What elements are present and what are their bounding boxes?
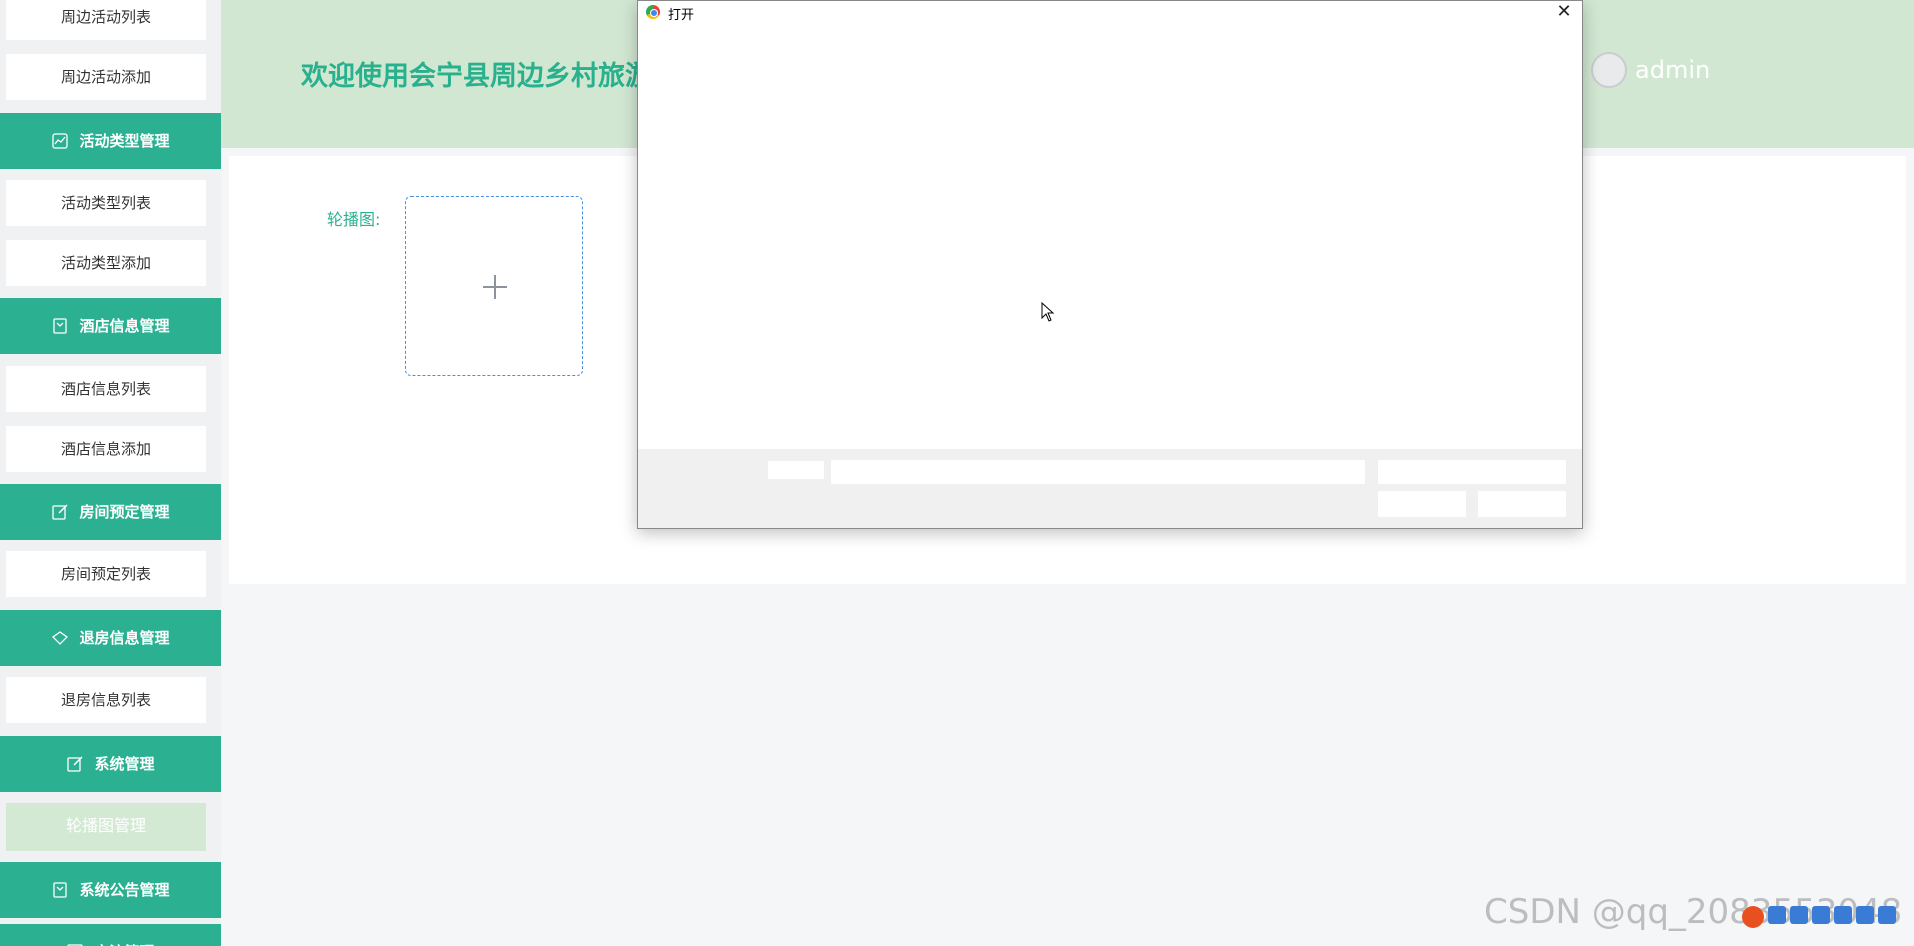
sidebar-item-label: 周边活动添加	[60, 68, 151, 86]
sogou-icon[interactable]	[1742, 906, 1764, 928]
sidebar-item-carousel-management[interactable]: 轮播图管理	[6, 803, 206, 851]
sidebar-item-label: 活动类型列表	[60, 194, 151, 212]
sidebar-item-label: 退房信息列表	[60, 691, 151, 709]
sidebar-group-hotel[interactable]: 酒店信息管理	[0, 298, 221, 354]
sidebar-group-activity-type[interactable]: 活动类型管理	[0, 113, 221, 169]
sidebar-item-activity-type-add[interactable]: 活动类型添加	[6, 240, 206, 286]
dialog-title: 打开	[668, 8, 695, 23]
sidebar-group-label: 房间预定管理	[79, 503, 170, 521]
system-tray	[1742, 906, 1896, 928]
tray-icon[interactable]	[1856, 906, 1874, 924]
filetype-select[interactable]	[1378, 460, 1566, 484]
sidebar-item-hotel-list[interactable]: 酒店信息列表	[6, 366, 206, 412]
sidebar-group-label: 交流管理	[94, 924, 154, 946]
image-upload-button[interactable]	[405, 196, 583, 376]
bookmark-icon	[53, 318, 68, 334]
filename-label	[768, 461, 824, 479]
sidebar-group-label: 活动类型管理	[79, 132, 170, 150]
mouse-cursor-icon	[1041, 302, 1055, 322]
chart-line-icon	[52, 133, 69, 149]
sidebar: 周边活动列表 周边活动添加 活动类型管理 活动类型列表 活动类型添加 酒店信息管…	[0, 0, 221, 946]
sidebar-item-label: 活动类型添加	[60, 254, 151, 272]
sidebar-group-label: 退房信息管理	[79, 629, 170, 647]
sidebar-item-room-booking-list[interactable]: 房间预定列表	[6, 551, 206, 597]
sidebar-group-label: 系统管理	[94, 755, 155, 773]
edit-icon	[52, 504, 69, 520]
avatar[interactable]	[1591, 52, 1627, 88]
tray-icon[interactable]	[1768, 906, 1786, 924]
bookmark-icon	[53, 882, 68, 898]
filename-input[interactable]	[831, 460, 1365, 484]
dialog-footer	[638, 449, 1582, 528]
sidebar-item-activity-type-list[interactable]: 活动类型列表	[6, 180, 206, 226]
tray-icon[interactable]	[1878, 906, 1896, 924]
sidebar-group-system[interactable]: 系统管理	[0, 736, 221, 792]
sidebar-item-activity-add[interactable]: 周边活动添加	[6, 54, 206, 100]
tray-icon[interactable]	[1812, 906, 1830, 924]
open-button[interactable]	[1378, 491, 1466, 517]
sidebar-group-communication[interactable]: 交流管理	[0, 924, 221, 946]
sidebar-item-label: 房间预定列表	[60, 565, 151, 583]
diamond-icon	[52, 631, 69, 645]
sidebar-group-room-booking[interactable]: 房间预定管理	[0, 484, 221, 540]
tray-icon[interactable]	[1790, 906, 1808, 924]
sidebar-group-checkout[interactable]: 退房信息管理	[0, 610, 221, 666]
sidebar-item-hotel-add[interactable]: 酒店信息添加	[6, 426, 206, 472]
sidebar-item-label: 酒店信息列表	[60, 380, 151, 398]
close-button[interactable]: ✕	[1552, 1, 1576, 23]
sidebar-item-label: 酒店信息添加	[60, 440, 151, 458]
page-title: 欢迎使用会宁县周边乡村旅游	[301, 61, 652, 92]
sidebar-group-label: 系统公告管理	[79, 881, 170, 899]
file-open-dialog: 打开 ✕	[637, 0, 1583, 529]
tray-icon[interactable]	[1834, 906, 1852, 924]
sidebar-item-label: 周边活动列表	[60, 8, 151, 26]
sidebar-item-label: 轮播图管理	[65, 816, 146, 835]
sidebar-item-activity-list[interactable]: 周边活动列表	[6, 0, 206, 40]
username[interactable]: admin	[1635, 56, 1710, 84]
edit-icon	[67, 756, 84, 772]
sidebar-group-notice[interactable]: 系统公告管理	[0, 862, 221, 918]
carousel-label: 轮播图:	[327, 210, 381, 229]
chrome-icon	[646, 5, 660, 19]
sidebar-group-label: 酒店信息管理	[79, 317, 170, 335]
sidebar-item-checkout-list[interactable]: 退房信息列表	[6, 677, 206, 723]
plus-icon-vertical	[494, 275, 496, 299]
cancel-button[interactable]	[1478, 491, 1566, 517]
